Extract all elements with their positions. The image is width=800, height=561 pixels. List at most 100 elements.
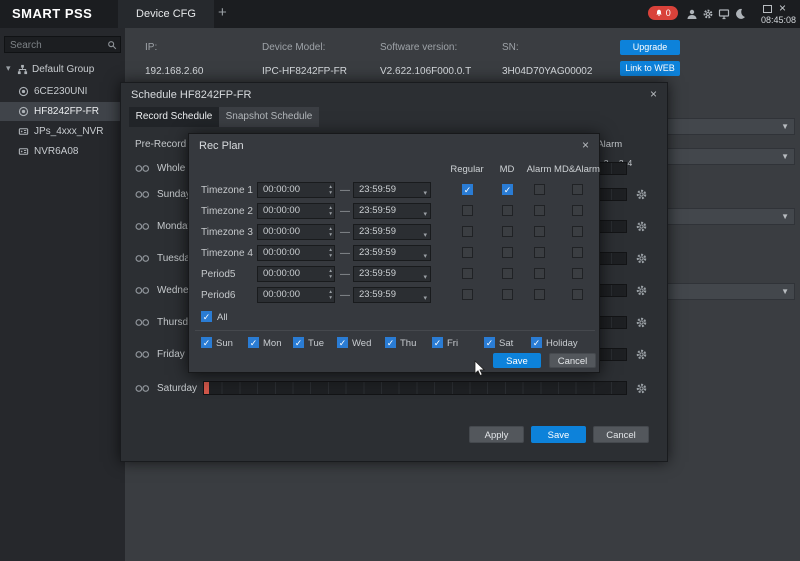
checkbox-regular[interactable] — [462, 268, 473, 279]
checkbox-md-alarm[interactable] — [572, 268, 583, 279]
checkbox-alarm[interactable] — [534, 247, 545, 258]
link-icon[interactable] — [135, 286, 150, 295]
checkbox-md[interactable] — [502, 289, 513, 300]
checkbox-regular[interactable] — [462, 289, 473, 300]
cancel-button[interactable]: Cancel — [593, 426, 649, 443]
checkbox-day-wed[interactable] — [337, 337, 348, 348]
checkbox-alarm[interactable] — [534, 205, 545, 216]
checkbox-alarm[interactable] — [534, 184, 545, 195]
close-icon[interactable]: × — [650, 87, 657, 101]
gear-icon[interactable] — [635, 348, 648, 361]
cancel-button[interactable]: Cancel — [549, 353, 596, 368]
start-time-input[interactable]: 00:00:00▴▾ — [257, 245, 335, 261]
upgrade-button[interactable]: Upgrade — [620, 40, 680, 55]
apply-button[interactable]: Apply — [469, 426, 524, 443]
link-to-web-button[interactable]: Link to WEB — [620, 61, 680, 76]
spinner-icon[interactable]: ▴▾ — [329, 205, 332, 217]
checkbox-day-thu[interactable] — [385, 337, 396, 348]
link-icon[interactable] — [135, 384, 150, 393]
checkbox-md-alarm[interactable] — [572, 205, 583, 216]
link-icon[interactable] — [135, 164, 150, 173]
end-time-input[interactable]: 23:59:59▾ — [353, 224, 431, 240]
end-time-input[interactable]: 23:59:59▾ — [353, 182, 431, 198]
spinner-icon[interactable]: ▴▾ — [329, 226, 332, 238]
chevron-down-icon[interactable]: ▾ — [423, 208, 427, 222]
tab-record-schedule[interactable]: Record Schedule — [129, 107, 219, 127]
start-time-input[interactable]: 00:00:00▴▾ — [257, 266, 335, 282]
end-time-input[interactable]: 23:59:59▾ — [353, 203, 431, 219]
checkbox-day-holiday[interactable] — [531, 337, 542, 348]
gear-icon[interactable] — [635, 252, 648, 265]
link-icon[interactable] — [135, 350, 150, 359]
chevron-down-icon[interactable]: ▾ — [6, 63, 11, 74]
checkbox-md[interactable] — [502, 184, 513, 195]
spinner-icon[interactable]: ▴▾ — [329, 289, 332, 301]
checkbox-day-fri[interactable] — [432, 337, 443, 348]
search-input[interactable] — [8, 38, 106, 53]
start-time-input[interactable]: 00:00:00▴▾ — [257, 182, 335, 198]
start-time-input[interactable]: 00:00:00▴▾ — [257, 287, 335, 303]
monitor-icon[interactable] — [718, 8, 730, 20]
gear-icon[interactable] — [635, 382, 648, 395]
checkbox-md[interactable] — [502, 268, 513, 279]
save-button[interactable]: Save — [493, 353, 541, 368]
spinner-icon[interactable]: ▴▾ — [329, 247, 332, 259]
maximize-button[interactable] — [763, 5, 772, 13]
end-time-input[interactable]: 23:59:59▾ — [353, 266, 431, 282]
tree-device-2[interactable]: JPs_4xxx_NVR — [0, 122, 125, 141]
start-time-input[interactable]: 00:00:00▴▾ — [257, 203, 335, 219]
checkbox-day-sat[interactable] — [484, 337, 495, 348]
checkbox-md-alarm[interactable] — [572, 226, 583, 237]
link-icon[interactable] — [135, 222, 150, 231]
checkbox-regular[interactable] — [462, 205, 473, 216]
gear-icon[interactable] — [635, 188, 648, 201]
checkbox-regular[interactable] — [462, 184, 473, 195]
checkbox-md-alarm[interactable] — [572, 184, 583, 195]
tab-device-cfg[interactable]: Device CFG — [118, 0, 214, 28]
spinner-icon[interactable]: ▴▾ — [329, 268, 332, 280]
chevron-down-icon[interactable]: ▾ — [423, 229, 427, 243]
window-close-button[interactable]: × — [779, 1, 786, 15]
link-icon[interactable] — [135, 318, 150, 327]
gear-icon[interactable] — [635, 316, 648, 329]
checkbox-md[interactable] — [502, 226, 513, 237]
checkbox-md[interactable] — [502, 247, 513, 258]
checkbox-regular[interactable] — [462, 226, 473, 237]
tree-device-1-selected[interactable]: HF8242FP-FR — [0, 102, 125, 121]
checkbox-md-alarm[interactable] — [572, 289, 583, 300]
gear-icon[interactable] — [635, 220, 648, 233]
checkbox-day-mon[interactable] — [248, 337, 259, 348]
chevron-down-icon[interactable]: ▾ — [423, 250, 427, 264]
checkbox-alarm[interactable] — [534, 226, 545, 237]
end-time-input[interactable]: 23:59:59▾ — [353, 245, 431, 261]
checkbox-alarm[interactable] — [534, 289, 545, 300]
schedule-timeline[interactable] — [203, 381, 627, 395]
checkbox-regular[interactable] — [462, 247, 473, 258]
checkbox-day-sun[interactable] — [201, 337, 212, 348]
checkbox-md-alarm[interactable] — [572, 247, 583, 258]
checkbox-alarm[interactable] — [534, 268, 545, 279]
gear-icon[interactable] — [635, 284, 648, 297]
tree-group-default[interactable]: ▾ Default Group — [0, 60, 125, 79]
alarm-badge[interactable]: 0 — [648, 6, 678, 20]
new-tab-button[interactable]: + — [218, 4, 227, 21]
end-time-input[interactable]: 23:59:59▾ — [353, 287, 431, 303]
chevron-down-icon[interactable]: ▾ — [423, 187, 427, 201]
user-icon[interactable] — [686, 8, 698, 20]
checkbox-day-tue[interactable] — [293, 337, 304, 348]
search-box[interactable] — [4, 36, 121, 53]
gear-icon[interactable] — [702, 8, 714, 20]
tree-device-0[interactable]: 6CE230UNI — [0, 82, 125, 101]
chevron-down-icon[interactable]: ▾ — [423, 271, 427, 285]
tab-snapshot-schedule[interactable]: Snapshot Schedule — [219, 107, 319, 127]
spinner-icon[interactable]: ▴▾ — [329, 184, 332, 196]
tree-device-3[interactable]: NVR6A08 — [0, 142, 125, 161]
save-button[interactable]: Save — [531, 426, 586, 443]
link-icon[interactable] — [135, 190, 150, 199]
link-icon[interactable] — [135, 254, 150, 263]
checkbox-md[interactable] — [502, 205, 513, 216]
chevron-down-icon[interactable]: ▾ — [423, 292, 427, 306]
close-icon[interactable]: × — [582, 138, 589, 152]
start-time-input[interactable]: 00:00:00▴▾ — [257, 224, 335, 240]
checkbox-all[interactable] — [201, 311, 212, 322]
